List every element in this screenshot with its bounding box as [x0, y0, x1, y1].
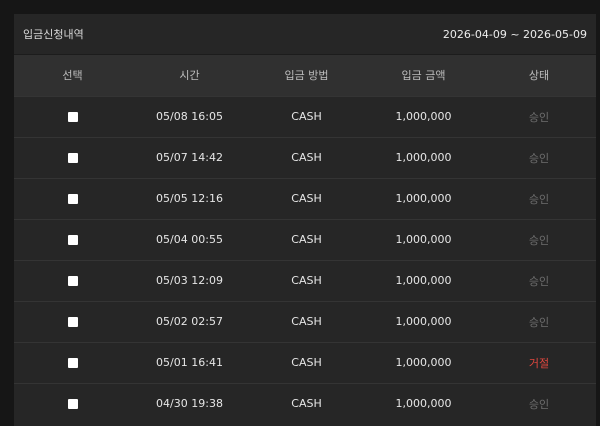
method-cell: CASH: [248, 382, 365, 424]
column-header-status: 상태: [528, 69, 550, 83]
method-cell: CASH: [248, 95, 365, 137]
table-row[interactable]: 05/08 16:05 CASH 1,000,000 승인: [14, 95, 596, 137]
time-cell: 05/02 02:57: [131, 300, 248, 342]
method-cell: CASH: [248, 177, 365, 219]
table-header: 선택 시간 입금 방법 입금 금액 상태: [14, 55, 596, 96]
time-cell: 05/04 00:55: [131, 218, 248, 260]
status-cell: 승인: [482, 177, 596, 219]
amount-cell: 1,000,000: [365, 218, 482, 260]
row-checkbox[interactable]: [67, 317, 78, 327]
row-checkbox[interactable]: [67, 235, 78, 245]
select-cell: [14, 300, 131, 342]
deposit-table: 선택 시간 입금 방법 입금 금액 상태 05/08 16:05 CASH 1,00…: [14, 55, 596, 424]
amount-cell: 1,000,000: [365, 341, 482, 383]
time-cell: 05/01 16:41: [131, 341, 248, 383]
amount-cell: 1,000,000: [365, 382, 482, 424]
amount-cell: 1,000,000: [365, 95, 482, 137]
time-cell: 05/08 16:05: [131, 95, 248, 137]
method-cell: CASH: [248, 341, 365, 383]
time-cell: 05/03 12:09: [131, 259, 248, 301]
status-cell: 승인: [482, 382, 596, 424]
table-row[interactable]: 05/04 00:55 CASH 1,000,000 승인: [14, 218, 596, 260]
status-cell: 승인: [482, 95, 596, 137]
status-cell: 거절: [482, 341, 596, 383]
select-cell: [14, 95, 131, 137]
deposit-history-panel: 입금신청내역 2026-04-09 ~ 2026-05-09 선택 시간 입금 …: [14, 14, 596, 426]
table-row[interactable]: 05/07 14:42 CASH 1,000,000 승인: [14, 136, 596, 178]
select-cell: [14, 259, 131, 301]
method-cell: CASH: [248, 259, 365, 301]
table-row[interactable]: 05/03 12:09 CASH 1,000,000 승인: [14, 259, 596, 301]
status-cell: 승인: [482, 300, 596, 342]
row-checkbox[interactable]: [67, 153, 78, 163]
row-checkbox[interactable]: [67, 276, 78, 286]
select-cell: [14, 136, 131, 178]
time-cell: 04/30 19:38: [131, 382, 248, 424]
table-row[interactable]: 05/01 16:41 CASH 1,000,000 거절: [14, 341, 596, 383]
row-checkbox[interactable]: [67, 112, 78, 122]
row-checkbox[interactable]: [67, 358, 78, 368]
select-cell: [14, 341, 131, 383]
method-cell: CASH: [248, 300, 365, 342]
column-header-method: 입금 방법: [284, 69, 329, 83]
date-range[interactable]: 2026-04-09 ~ 2026-05-09: [443, 28, 587, 41]
column-header-amount: 입금 금액: [401, 69, 446, 83]
table-row[interactable]: 04/30 19:38 CASH 1,000,000 승인: [14, 382, 596, 424]
amount-cell: 1,000,000: [365, 177, 482, 219]
amount-cell: 1,000,000: [365, 136, 482, 178]
panel-header: 입금신청내역 2026-04-09 ~ 2026-05-09: [14, 14, 596, 55]
method-cell: CASH: [248, 218, 365, 260]
table-body: 05/08 16:05 CASH 1,000,000 승인 05/07 14:42 CAS…: [14, 95, 596, 424]
select-cell: [14, 382, 131, 424]
table-row[interactable]: 05/05 12:16 CASH 1,000,000 승인: [14, 177, 596, 219]
time-cell: 05/05 12:16: [131, 177, 248, 219]
header-row: 선택 시간 입금 방법 입금 금액 상태: [14, 55, 596, 96]
time-cell: 05/07 14:42: [131, 136, 248, 178]
amount-cell: 1,000,000: [365, 300, 482, 342]
method-cell: CASH: [248, 136, 365, 178]
row-checkbox[interactable]: [67, 399, 78, 410]
status-cell: 승인: [482, 218, 596, 260]
panel-title: 입금신청내역: [23, 28, 84, 41]
select-cell: [14, 177, 131, 219]
table-row[interactable]: 05/02 02:57 CASH 1,000,000 승인: [14, 300, 596, 342]
select-cell: [14, 218, 131, 260]
status-cell: 승인: [482, 259, 596, 301]
row-checkbox[interactable]: [67, 194, 78, 204]
column-header-time: 시간: [179, 69, 200, 83]
status-cell: 승인: [482, 136, 596, 178]
column-header-select: 선택: [62, 69, 83, 83]
amount-cell: 1,000,000: [365, 259, 482, 301]
